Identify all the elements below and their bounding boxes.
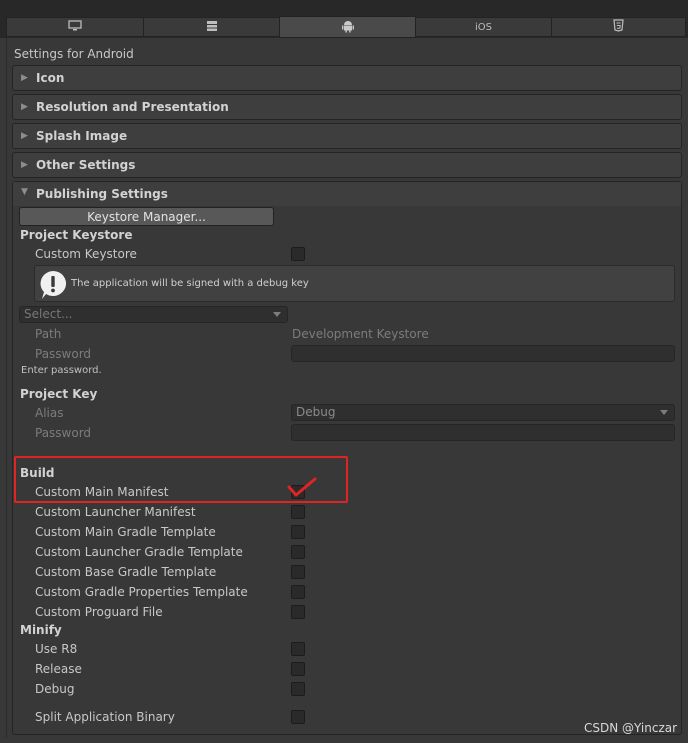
tab-android[interactable] (279, 16, 416, 38)
minify-heading: Minify (20, 623, 62, 637)
key-password-label: Password (35, 426, 92, 440)
path-value: Development Keystore (292, 327, 429, 341)
alias-dropdown[interactable]: Debug (291, 404, 675, 421)
custom-keystore-checkbox[interactable] (291, 247, 305, 261)
keystore-password-field[interactable] (291, 345, 675, 362)
keystore-manager-button[interactable]: Keystore Manager... (19, 207, 274, 226)
build-item-label: Custom Gradle Properties Template (35, 585, 248, 599)
tab-webgl[interactable] (551, 17, 686, 37)
chevron-down-icon: ▼ (21, 187, 28, 197)
watermark-text: CSDN @Yinczar (584, 721, 678, 735)
warning-icon (39, 270, 67, 303)
red-checkmark-icon (286, 476, 318, 503)
keystore-select-dropdown[interactable]: Select... (19, 306, 288, 323)
split-binary-checkbox[interactable] (291, 710, 305, 724)
minify-item-label: Debug (35, 682, 75, 696)
build-item-label: Custom Launcher Gradle Template (35, 545, 243, 559)
dropdown-arrow-icon (273, 312, 281, 317)
info-helpbox: The application will be signed with a de… (34, 265, 675, 302)
tab-ios[interactable]: iOS (415, 17, 552, 37)
alias-value: Debug (296, 405, 336, 419)
dropdown-arrow-icon (660, 410, 668, 415)
custom-gradle-properties-checkbox[interactable] (291, 585, 305, 599)
chevron-right-icon: ▶ (21, 102, 28, 112)
info-message: The application will be signed with a de… (71, 278, 309, 289)
foldout-title: Publishing Settings (36, 187, 168, 201)
foldout-other[interactable]: ▶ Other Settings (12, 152, 682, 178)
custom-proguard-checkbox[interactable] (291, 605, 305, 619)
split-binary-label: Split Application Binary (35, 710, 175, 724)
minify-item-label: Release (35, 662, 82, 676)
project-keystore-heading: Project Keystore (20, 228, 133, 242)
custom-main-gradle-checkbox[interactable] (291, 525, 305, 539)
foldout-title: Splash Image (36, 129, 128, 143)
android-icon (341, 19, 355, 36)
custom-base-gradle-checkbox[interactable] (291, 565, 305, 579)
server-icon (206, 20, 218, 35)
build-item-label: Custom Proguard File (35, 605, 163, 619)
minify-item-label: Use R8 (35, 642, 78, 656)
keystore-password-label: Password (35, 347, 92, 361)
html5-icon (613, 19, 624, 35)
minify-release-checkbox[interactable] (291, 662, 305, 676)
project-key-heading: Project Key (20, 387, 98, 401)
chevron-right-icon: ▶ (21, 160, 28, 170)
custom-launcher-manifest-checkbox[interactable] (291, 505, 305, 519)
foldout-icon[interactable]: ▶ Icon (12, 65, 682, 91)
monitor-icon (68, 19, 82, 35)
foldout-title: Icon (36, 71, 65, 85)
build-item-label: Custom Base Gradle Template (35, 565, 217, 579)
key-password-field[interactable] (291, 424, 675, 441)
minify-debug-checkbox[interactable] (291, 682, 305, 696)
chevron-right-icon: ▶ (21, 131, 28, 141)
foldout-title: Other Settings (36, 158, 136, 172)
use-r8-checkbox[interactable] (291, 642, 305, 656)
tab-server[interactable] (143, 17, 280, 37)
foldout-splash[interactable]: ▶ Splash Image (12, 123, 682, 149)
alias-label: Alias (35, 406, 64, 420)
chevron-right-icon: ▶ (21, 73, 28, 83)
foldout-title: Resolution and Presentation (36, 100, 229, 114)
password-hint: Enter password. (21, 365, 102, 376)
foldout-resolution[interactable]: ▶ Resolution and Presentation (12, 94, 682, 120)
keystore-select-value: Select... (24, 307, 73, 321)
custom-launcher-gradle-checkbox[interactable] (291, 545, 305, 559)
build-item-label: Custom Main Gradle Template (35, 525, 216, 539)
custom-keystore-label: Custom Keystore (35, 247, 137, 261)
tab-ios-label: iOS (475, 21, 492, 33)
build-item-label: Custom Launcher Manifest (35, 505, 196, 519)
tab-standalone[interactable] (6, 17, 144, 37)
path-label: Path (35, 327, 62, 341)
settings-header: Settings for Android (14, 47, 134, 61)
